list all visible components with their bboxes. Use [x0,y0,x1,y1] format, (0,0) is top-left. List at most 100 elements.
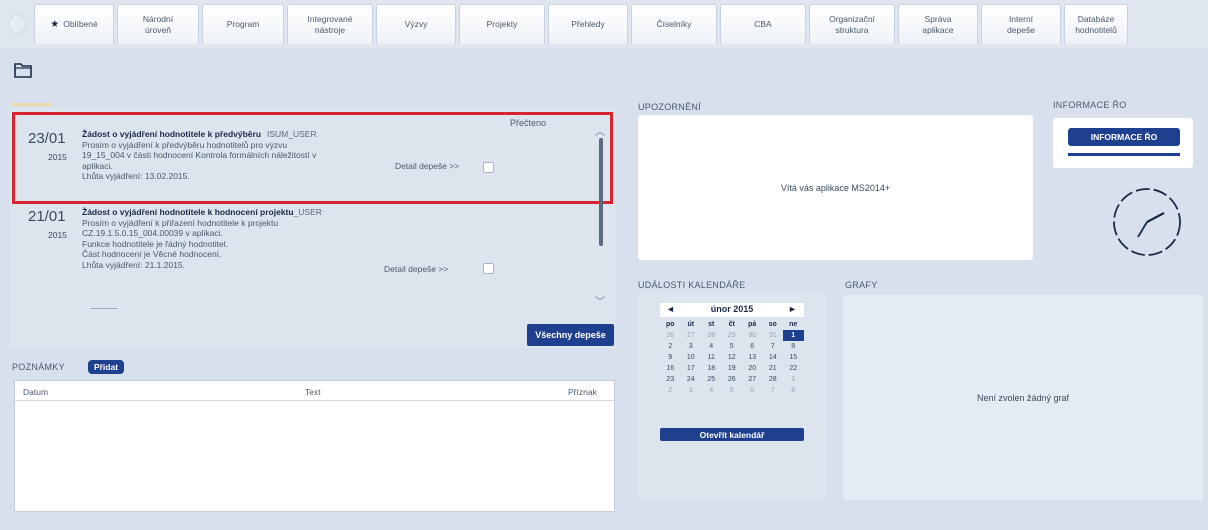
add-note-button[interactable]: Přidat [88,360,124,374]
calendar-day[interactable]: 11 [701,352,722,363]
calendar-day[interactable]: 13 [742,352,763,363]
tab-evaluator-database[interactable]: Databáze hodnotitelů [1064,4,1128,44]
clock-icon [1113,188,1181,256]
tab-projects[interactable]: Projekty [459,4,545,44]
home-button[interactable] [0,4,34,44]
next-month-icon[interactable]: ► [788,304,797,314]
calendar-day[interactable]: 7 [763,341,784,352]
calendar-day[interactable]: 9 [660,352,681,363]
column-header-date[interactable]: Datum [23,387,48,397]
notes-title: POZNÁMKY [12,362,65,372]
charts-title: GRAFY [845,280,878,290]
calendar-day[interactable]: 1 [783,374,804,385]
tab-label: Správa aplikace [922,13,954,35]
tab-cba[interactable]: CBA [720,4,806,44]
tab-integrated-tools[interactable]: Integrované nástroje [287,4,373,44]
calendar-day[interactable]: 29 [722,330,743,341]
column-header-flag[interactable]: Příznak [568,387,597,397]
calendar-month: únor 2015 [710,304,754,314]
home-icon [8,15,26,33]
calendar-day[interactable]: 27 [742,374,763,385]
scrollbar-thumb[interactable] [599,138,603,246]
read-checkbox[interactable] [483,263,494,274]
tab-calls[interactable]: Výzvy [376,4,456,44]
calendar-day[interactable]: 26 [660,330,681,341]
calendar-day[interactable]: 4 [701,385,722,396]
tab-label: Výzvy [404,19,428,29]
star-icon: ★ [50,19,60,30]
calendar-day[interactable]: 31 [763,330,784,341]
info-button[interactable]: INFORMACE ŘO [1068,128,1180,146]
calendar-day[interactable]: 14 [763,352,784,363]
calendar-day[interactable]: 7 [763,385,784,396]
calendar-day[interactable]: 15 [783,352,804,363]
notes-table-header: Datum Text Příznak [15,381,614,401]
calendar-day[interactable]: 26 [722,374,743,385]
messages-accent [12,103,52,106]
message-subject[interactable]: Žádost o vyjádření hodnotitele k hodnoce… [82,207,294,217]
calendar-day[interactable]: 28 [701,330,722,341]
calendar-day[interactable]: 2 [660,341,681,352]
notices-message: Vítá vás aplikace MS2014+ [780,182,891,193]
calendar-day[interactable]: 28 [763,374,784,385]
calendar-weekday: pá [748,321,757,328]
calendar-weekday: ne [789,321,798,328]
scroll-up-icon[interactable]: ︿ [595,123,605,138]
calendar-week: 16 17 18 19 20 21 22 [660,363,804,374]
tab-label: CBA [754,19,772,29]
tab-codelists[interactable]: Číselníky [631,4,717,44]
calendar-day[interactable]: 16 [660,363,681,374]
calendar-day-selected[interactable]: 1 [783,330,804,341]
tab-favorites[interactable]: ★ Oblíbené [34,4,114,44]
calendar-day[interactable]: 8 [783,385,804,396]
calendar-day[interactable]: 2 [660,385,681,396]
tab-program[interactable]: Program [202,4,284,44]
calendar-day[interactable]: 3 [681,385,702,396]
calendar-week: 2345678 [660,341,804,352]
calendar-week: 23 24 25 26 27 28 1 [660,374,804,385]
calendar-day[interactable]: 5 [722,341,743,352]
calendar-day[interactable]: 5 [722,385,743,396]
tab-label: Interní depeše [1007,13,1035,35]
message-line: CZ.19.1.5.0.15_004.00039 v aplikaci. [82,228,223,238]
info-underline [1068,153,1180,156]
calendar-day[interactable]: 24 [681,374,702,385]
calendar-day[interactable]: 21 [763,363,784,374]
notices-box: Vítá vás aplikace MS2014+ [638,115,1033,260]
calendar-day[interactable]: 19 [722,363,743,374]
calendar-week: 26 27 28 29 30 31 1 [660,330,804,341]
tab-app-admin[interactable]: Správa aplikace [898,4,978,44]
open-calendar-button[interactable]: Otevřít kalendář [660,428,804,441]
notices-title: UPOZORNĚNÍ [638,102,702,112]
folder-icon[interactable] [14,62,32,78]
calendar-day[interactable]: 12 [722,352,743,363]
tab-label: Projekty [486,19,518,29]
calendar-day[interactable]: 18 [701,363,722,374]
calendar-day[interactable]: 27 [681,330,702,341]
calendar-day[interactable]: 8 [783,341,804,352]
calendar-day[interactable]: 25 [701,374,722,385]
calendar-day[interactable]: 4 [701,341,722,352]
calendar-day[interactable]: 30 [742,330,763,341]
calendar-day[interactable]: 6 [742,341,763,352]
calendar-day[interactable]: 10 [681,352,702,363]
tab-overviews[interactable]: Přehledy [548,4,628,44]
message-day: 21/01 [28,208,66,225]
calendar-day[interactable]: 6 [742,385,763,396]
tab-national-level[interactable]: Národní úroveň [117,4,199,44]
column-header-text[interactable]: Text [305,387,321,397]
calendar-day[interactable]: 3 [681,341,702,352]
tab-org-structure[interactable]: Organizační struktura [809,4,895,44]
detail-link[interactable]: Detail depeše >> [384,264,448,274]
calendar-day[interactable]: 22 [783,363,804,374]
calendar-day[interactable]: 17 [681,363,702,374]
calendar-week: 2345678 [660,385,804,396]
tab-label: Národní úroveň [142,13,174,35]
calendar-day[interactable]: 20 [742,363,763,374]
tab-label: Program [226,19,260,29]
prev-month-icon[interactable]: ◄ [666,304,675,314]
all-messages-button[interactable]: Všechny depeše [527,324,614,346]
tab-internal-messages[interactable]: Interní depeše [981,4,1061,44]
calendar-day[interactable]: 23 [660,374,681,385]
scroll-down-icon[interactable]: ﹀ [595,293,605,308]
